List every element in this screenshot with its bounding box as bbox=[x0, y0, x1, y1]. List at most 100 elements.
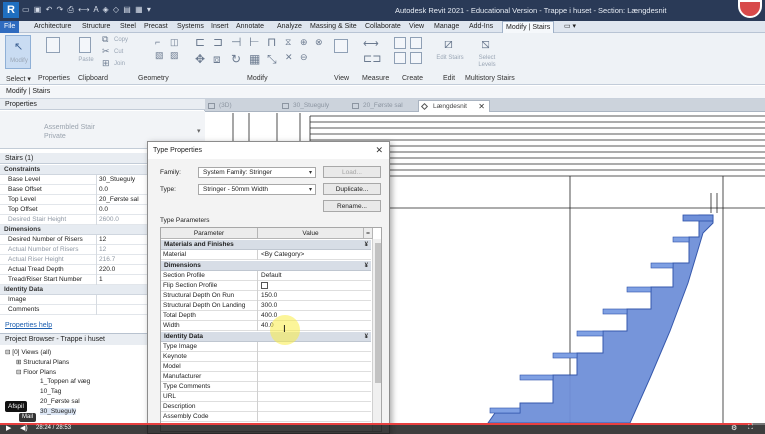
cut-button[interactable]: ✂ Cut bbox=[102, 46, 162, 58]
quick-access-toolbar[interactable]: ▭ ▣ ↶ ↷ ⎙ ⟷ A ◈ ◇ ▤ ▦ ▾ bbox=[22, 5, 152, 15]
geometry-cut-icon[interactable]: ◫ bbox=[170, 37, 179, 48]
tree-item[interactable]: 10_Tag bbox=[40, 388, 61, 395]
table-row[interactable]: Total Depth 400.0 bbox=[161, 311, 371, 321]
param-value[interactable]: 300.0 bbox=[257, 301, 371, 311]
param-value[interactable] bbox=[257, 362, 371, 372]
tab-manage[interactable]: Manage bbox=[434, 21, 459, 33]
table-row[interactable]: Structural Depth On Landing 300.0 bbox=[161, 301, 371, 311]
duplicate-button[interactable]: Duplicate... bbox=[323, 183, 381, 195]
scrollbar-thumb[interactable] bbox=[375, 243, 381, 383]
group-select[interactable]: Select ▾ bbox=[6, 75, 31, 83]
offset-icon[interactable]: ⊐ bbox=[213, 35, 223, 49]
tab-annotate[interactable]: Annotate bbox=[236, 21, 264, 33]
view-tab-3d[interactable]: (3D) bbox=[205, 100, 277, 112]
param-value[interactable]: <By Category> bbox=[257, 250, 371, 260]
param-value[interactable]: Default bbox=[257, 271, 371, 281]
param-value[interactable] bbox=[257, 402, 371, 412]
move-icon[interactable]: ✥ bbox=[195, 52, 205, 66]
tab-steel[interactable]: Steel bbox=[120, 21, 136, 33]
tree-floor-plans[interactable]: ⊟ Floor Plans bbox=[16, 368, 56, 376]
fullscreen-icon[interactable]: ⛶ bbox=[748, 424, 753, 432]
copy-element-icon[interactable]: ⧈ bbox=[213, 52, 221, 67]
collapse-icon[interactable]: ⊟ bbox=[5, 349, 10, 356]
tab-view[interactable]: View bbox=[409, 21, 424, 33]
collapse-icon[interactable]: ⊟ bbox=[16, 369, 21, 376]
table-row[interactable]: Section Profile Default bbox=[161, 271, 371, 281]
view-tab-laengdesnit[interactable]: Længdesnit ✕ bbox=[418, 100, 490, 112]
array-icon[interactable]: ▦ bbox=[249, 52, 260, 66]
tab-file[interactable]: File bbox=[0, 21, 20, 33]
table-row[interactable]: Description bbox=[161, 402, 371, 412]
tab-insert[interactable]: Insert bbox=[211, 21, 229, 33]
create-parts-icon[interactable] bbox=[394, 37, 406, 49]
split-icon[interactable]: ⧖ bbox=[285, 37, 291, 48]
print-icon[interactable]: ⎙ bbox=[67, 5, 74, 14]
geometry-cope-icon[interactable]: ⌐ bbox=[155, 37, 160, 47]
param-value[interactable] bbox=[257, 342, 371, 352]
geometry-paint-icon[interactable]: ▨ bbox=[170, 50, 179, 61]
param-value[interactable] bbox=[257, 372, 371, 382]
undo-icon[interactable]: ↶ bbox=[46, 5, 54, 14]
param-value[interactable] bbox=[257, 412, 371, 422]
collapse-icon[interactable]: ¥ bbox=[365, 261, 368, 271]
expand-icon[interactable]: ⊞ bbox=[16, 359, 21, 366]
tree-structural-plans[interactable]: ⊞ Structural Plans bbox=[16, 358, 69, 366]
paste-button[interactable]: Paste bbox=[74, 35, 98, 69]
ribbon-options-icon[interactable]: ▭ ▾ bbox=[564, 21, 576, 33]
copy-button[interactable]: ⧉ Copy bbox=[102, 34, 162, 46]
collapse-icon[interactable]: ¥ bbox=[365, 332, 368, 342]
tab-massing-site[interactable]: Massing & Site bbox=[310, 21, 357, 33]
trim-icon[interactable]: ⊓ bbox=[267, 35, 276, 49]
tab-precast[interactable]: Precast bbox=[144, 21, 168, 33]
match-icon[interactable]: ⊖ bbox=[300, 52, 308, 63]
properties-help-link[interactable]: Properties help bbox=[5, 322, 52, 329]
tab-structure[interactable]: Structure bbox=[82, 21, 110, 33]
revit-logo[interactable]: R bbox=[3, 2, 19, 18]
table-row[interactable]: Structural Depth On Run 150.0 bbox=[161, 291, 371, 301]
flip-section-checkbox[interactable] bbox=[261, 282, 268, 289]
unpin-icon[interactable]: ⊗ bbox=[315, 37, 323, 48]
table-row[interactable]: Flip Section Profile bbox=[161, 281, 371, 291]
load-button[interactable]: Load... bbox=[323, 166, 381, 178]
close-icon[interactable]: ✕ bbox=[375, 145, 383, 156]
switch-windows-icon[interactable]: ▦ bbox=[135, 5, 144, 14]
delete-icon[interactable]: ✕ bbox=[285, 52, 293, 63]
dimension-icon[interactable]: ⊏⊐ bbox=[363, 52, 381, 65]
close-hidden-icon[interactable]: ▤ bbox=[123, 5, 132, 14]
table-row[interactable]: Keynote bbox=[161, 352, 371, 362]
scale-icon[interactable]: ⤡ bbox=[267, 52, 277, 67]
view-hide-icon[interactable] bbox=[334, 39, 348, 53]
measure-tool-icon[interactable]: ⟷ bbox=[363, 37, 379, 50]
edit-stairs-button[interactable]: ⧄ Edit Stairs bbox=[436, 35, 463, 71]
tree-views-all[interactable]: ⊟ [0] Views (all) bbox=[5, 348, 51, 356]
3d-icon[interactable]: ◈ bbox=[103, 5, 110, 14]
table-row[interactable]: Type Comments bbox=[161, 382, 371, 392]
param-value[interactable] bbox=[257, 382, 371, 392]
table-row[interactable]: Type Image bbox=[161, 342, 371, 352]
open-icon[interactable]: ▭ bbox=[22, 5, 31, 14]
param-value[interactable]: 150.0 bbox=[257, 291, 371, 301]
create-similar-icon[interactable] bbox=[410, 52, 422, 64]
video-progress-bar[interactable] bbox=[0, 423, 765, 425]
family-select[interactable]: System Family: Stringer ▾ bbox=[198, 167, 316, 178]
table-row[interactable]: Assembly Code bbox=[161, 412, 371, 422]
tab-analyze[interactable]: Analyze bbox=[277, 21, 302, 33]
tab-add-ins[interactable]: Add-Ins bbox=[469, 21, 493, 33]
volume-icon[interactable]: ◀) bbox=[20, 424, 28, 432]
table-row[interactable]: Width 40.0 bbox=[161, 321, 371, 331]
rotate-icon[interactable]: ↻ bbox=[231, 52, 241, 66]
tree-item[interactable]: 30_Stueguly bbox=[40, 408, 77, 415]
close-tab-icon[interactable]: ✕ bbox=[478, 101, 485, 113]
pin-icon[interactable]: ⊕ bbox=[300, 37, 308, 48]
geometry-split-face-icon[interactable]: ▧ bbox=[155, 50, 164, 61]
qat-dropdown-icon[interactable]: ▾ bbox=[147, 5, 152, 14]
tab-architecture[interactable]: Architecture bbox=[34, 21, 71, 33]
align-icon[interactable]: ⊏ bbox=[195, 35, 205, 49]
save-icon[interactable]: ▣ bbox=[34, 5, 43, 14]
chevron-down-icon[interactable]: ▾ bbox=[197, 127, 201, 135]
mirror-axis-icon[interactable]: ⊣ bbox=[231, 35, 241, 49]
play-icon[interactable]: ▶ bbox=[6, 424, 11, 432]
tree-item[interactable]: 1_Toppen af væg bbox=[40, 378, 90, 385]
group-materials-finishes[interactable]: Materials and Finishes ¥ bbox=[161, 240, 371, 250]
settings-icon[interactable]: ⚙ bbox=[731, 424, 737, 432]
